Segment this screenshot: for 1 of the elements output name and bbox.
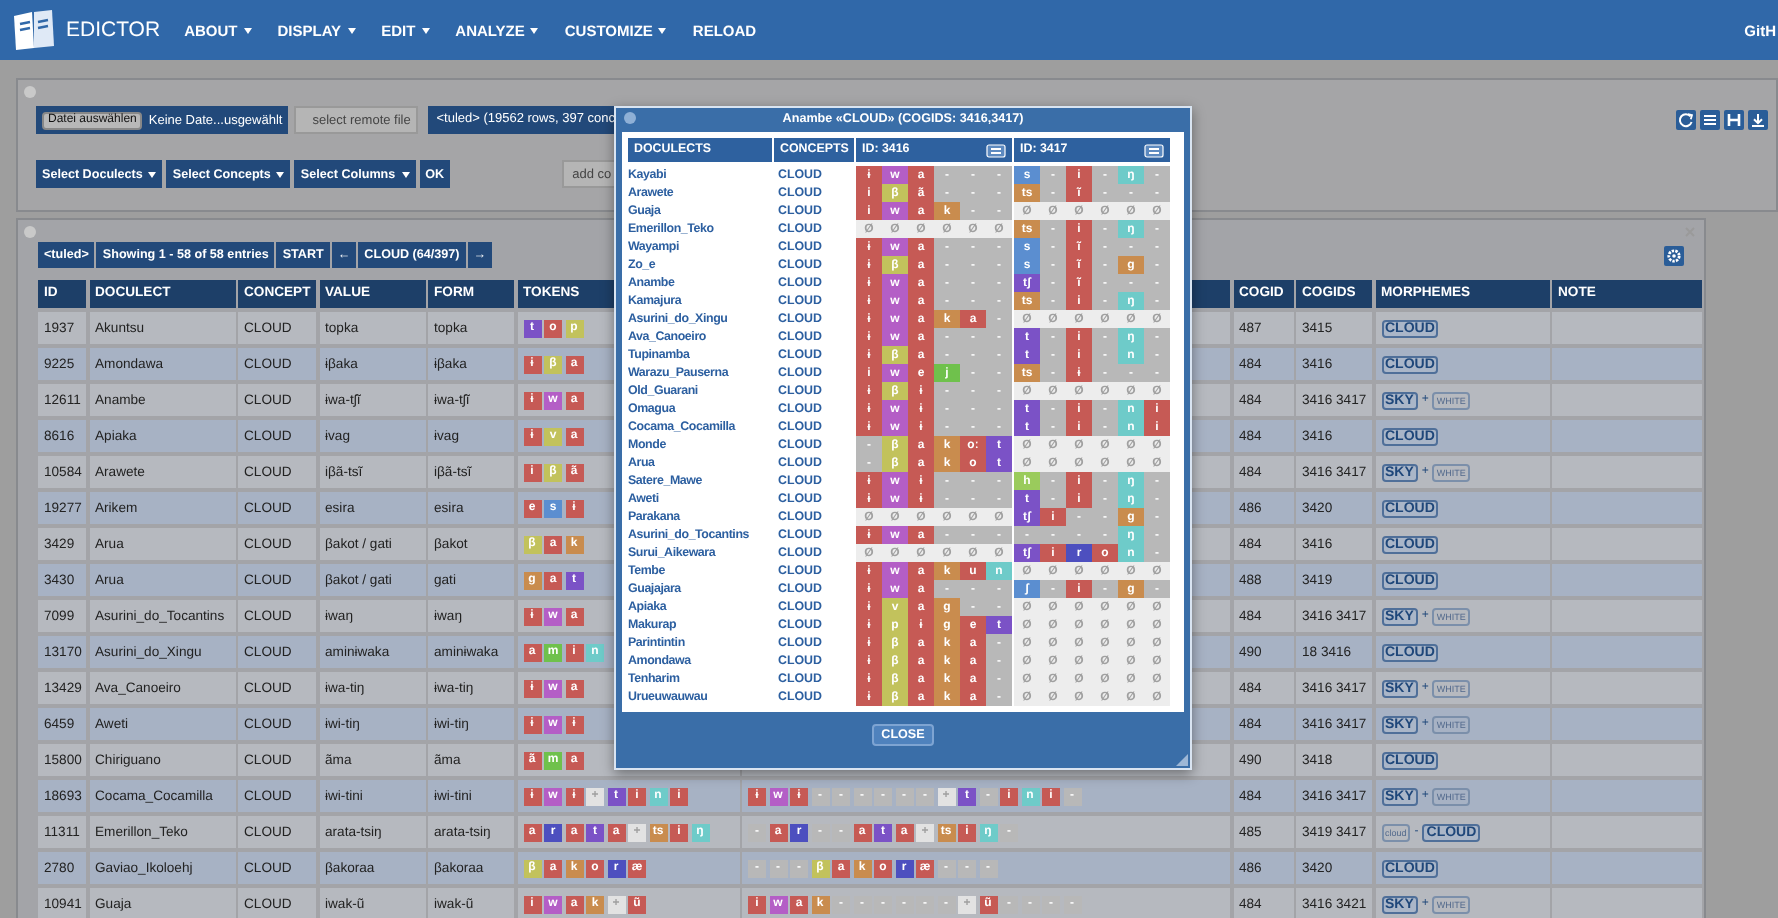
app-title: EDICTOR bbox=[66, 18, 161, 42]
